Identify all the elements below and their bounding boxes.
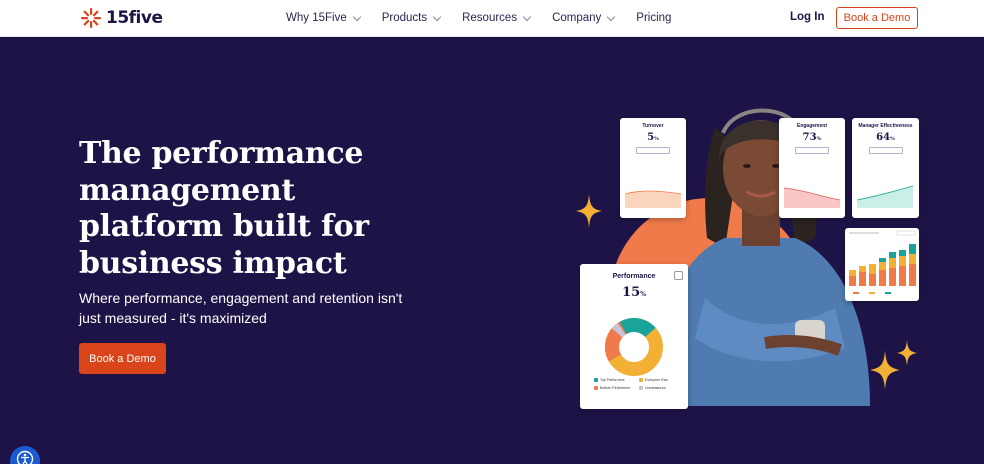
book-demo-hero-button[interactable]: Book a Demo	[79, 343, 166, 374]
hero-subhead: Where performance, engagement and retent…	[79, 290, 403, 326]
book-demo-nav-button[interactable]: Book a Demo	[836, 7, 918, 29]
legend-item: Unmeasured	[639, 386, 684, 390]
legend-item: Everyone Else	[639, 378, 684, 382]
chevron-down-icon	[352, 12, 361, 21]
nav-item-label: Company	[552, 12, 602, 24]
accessibility-icon	[16, 450, 34, 464]
login-link[interactable]: Log In	[790, 11, 825, 23]
card-value: 15%	[622, 285, 646, 300]
donut-chart	[605, 318, 663, 376]
turnover-card: Turnover 5%	[620, 118, 686, 218]
top-nav: 15five Why 15Five Products Resources Com…	[0, 0, 984, 37]
card-action-button[interactable]	[636, 147, 670, 154]
hero-illustration: Turnover 5% Engagement 73% Manager Effec…	[570, 88, 930, 418]
chevron-down-icon	[522, 12, 532, 21]
legend-item: Bottom Performers	[594, 386, 639, 390]
card-title: Turnover	[642, 123, 664, 129]
nav-item-company[interactable]: Company	[552, 12, 616, 24]
card-title: Engagement	[796, 123, 827, 129]
card-value: 64%	[876, 132, 895, 143]
stacked-bar-chart	[849, 230, 916, 294]
manager-effectiveness-card: Manager Effectiveness 64%	[852, 118, 919, 218]
performance-card: Performance 15% Top Performers Everyone …	[580, 264, 688, 409]
card-action-button[interactable]	[868, 147, 903, 154]
card-value: 73%	[802, 132, 822, 143]
card-title: Manager Effectiveness	[858, 123, 913, 129]
bar-chart-card	[845, 228, 919, 301]
starburst-logo-icon	[81, 8, 101, 28]
card-action-button[interactable]	[795, 147, 829, 154]
accessibility-button[interactable]	[10, 446, 40, 464]
nav-item-products[interactable]: Products	[381, 12, 442, 24]
logo-text: 15five	[106, 8, 163, 28]
nav-item-pricing[interactable]: Pricing	[636, 12, 671, 24]
card-value: 5%	[647, 132, 659, 143]
nav-item-label: Products	[381, 12, 428, 24]
nav-menu: Why 15Five Products Resources Company Pr…	[286, 0, 693, 36]
chevron-down-icon	[607, 12, 616, 21]
nav-item-label: Resources	[462, 12, 518, 24]
engagement-card: Engagement 73%	[779, 118, 845, 218]
chevron-down-icon	[432, 12, 442, 21]
area-chart	[625, 190, 681, 208]
area-chart	[857, 185, 913, 208]
nav-item-resources[interactable]: Resources	[462, 12, 532, 24]
nav-item-label: Why 15Five	[286, 12, 347, 24]
card-title: Performance	[612, 273, 656, 280]
settings-icon[interactable]	[674, 271, 683, 280]
legend-item: Top Performers	[594, 378, 639, 382]
hero-headline: The performance management platform buil…	[79, 136, 369, 281]
area-chart	[784, 187, 840, 208]
nav-item-label: Pricing	[636, 12, 672, 24]
sparkle-icon	[897, 339, 917, 367]
logo[interactable]: 15five	[80, 7, 163, 29]
sparkle-icon	[576, 194, 602, 228]
donut-legend: Top Performers Everyone Else Bottom Perf…	[594, 378, 684, 394]
nav-item-why-15five[interactable]: Why 15Five	[286, 12, 361, 24]
